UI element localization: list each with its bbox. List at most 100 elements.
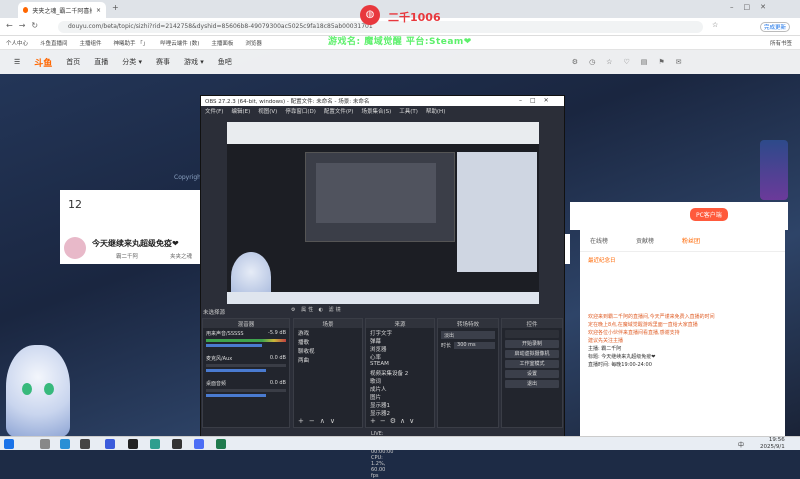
dock-header: 转场特效 bbox=[438, 319, 498, 328]
source-item[interactable]: 成片人 bbox=[366, 384, 434, 393]
taskbar-app-icon[interactable] bbox=[60, 439, 70, 449]
taskbar-app-icon[interactable] bbox=[80, 439, 90, 449]
studio-mode-button[interactable]: 工作室模式 bbox=[505, 360, 559, 368]
taskbar-app-icon[interactable] bbox=[194, 439, 204, 449]
menu-icon[interactable]: ☰ bbox=[14, 58, 20, 66]
logo-icon: ◍ bbox=[360, 5, 380, 25]
tab-contribution[interactable]: 贡献榜 bbox=[636, 236, 654, 245]
clock[interactable]: 19:56 2025/9/1 bbox=[760, 437, 785, 451]
bookmark-item[interactable]: 斗鱼直播间 bbox=[40, 39, 68, 47]
volume-slider[interactable] bbox=[206, 394, 266, 397]
room-stats-bar: 12 bbox=[60, 190, 210, 236]
transition-select[interactable]: 淡出 bbox=[441, 331, 495, 339]
menu-help[interactable]: 帮助(H) bbox=[426, 107, 445, 115]
site-logo[interactable]: 斗鱼 bbox=[34, 56, 52, 69]
preview-chat-panel bbox=[457, 152, 537, 272]
mixer-channel: 用来声音/SSSSS -5.9 dB bbox=[203, 328, 289, 349]
menu-view[interactable]: 视图(V) bbox=[258, 107, 277, 115]
nav-fishbar[interactable]: 鱼吧 bbox=[218, 57, 232, 67]
nav-events[interactable]: 赛事 bbox=[156, 57, 170, 67]
taskbar-app-icon[interactable] bbox=[216, 439, 226, 449]
sources-dock: 来源 打字文字 弹幕 浏览器 心率 STEAM 视频采集设备 2 歌词 成片人 … bbox=[365, 318, 435, 428]
obs-preview[interactable] bbox=[227, 122, 539, 304]
star-icon[interactable]: ☆ bbox=[712, 21, 718, 29]
bookmark-item[interactable]: 个人中心 bbox=[6, 39, 28, 47]
all-bookmarks[interactable]: 所有书签 bbox=[770, 39, 792, 47]
source-item[interactable]: 打字文字 bbox=[366, 328, 434, 337]
menu-tools[interactable]: 工具(T) bbox=[399, 107, 418, 115]
source-item[interactable]: 歌词 bbox=[366, 376, 434, 385]
bookmark-item[interactable]: 主播面板 bbox=[211, 39, 233, 47]
source-item[interactable]: 心率 bbox=[366, 352, 434, 361]
pc-client-button[interactable]: PC客户端 bbox=[690, 208, 728, 221]
nav-category[interactable]: 分类 ▾ bbox=[122, 57, 142, 67]
source-item[interactable]: 图片 bbox=[366, 392, 434, 401]
menu-file[interactable]: 文件(F) bbox=[205, 107, 223, 115]
source-item[interactable]: 显示器1 bbox=[366, 400, 434, 409]
settings-button[interactable]: 设置 bbox=[505, 370, 559, 378]
avatar[interactable] bbox=[64, 237, 86, 259]
taskbar-app-icon[interactable] bbox=[172, 439, 182, 449]
copyright-text: Copyright bbox=[174, 174, 204, 181]
update-button[interactable]: 完成更新 bbox=[760, 22, 791, 32]
chat-message: 直播时间: 每晚19:00-24:00 bbox=[588, 362, 652, 368]
volume-slider[interactable] bbox=[206, 369, 266, 372]
taskbar-app-icon[interactable] bbox=[150, 439, 160, 449]
chat-message: 欢迎各位小伙伴来直播间看直播,感谢支持 bbox=[588, 330, 680, 336]
window-controls[interactable]: –□✕ bbox=[730, 3, 776, 11]
duration-input[interactable]: 300 ms bbox=[454, 342, 495, 349]
menu-profile[interactable]: 配置文件(P) bbox=[324, 107, 354, 115]
virtual-camera-button[interactable]: 启动虚拟摄像机 bbox=[505, 350, 559, 358]
properties-filters[interactable]: ⚙ 属性 ◐ 滤镜 bbox=[291, 306, 343, 313]
nested-preview-inner bbox=[316, 163, 436, 223]
nav-games[interactable]: 游戏 ▾ bbox=[184, 57, 204, 67]
taskbar-app-icon[interactable] bbox=[105, 439, 115, 449]
source-item[interactable]: 弹幕 bbox=[366, 336, 434, 345]
menu-edit[interactable]: 编辑(E) bbox=[231, 107, 250, 115]
scene-item[interactable]: 播歌 bbox=[294, 337, 362, 346]
menu-scene-collection[interactable]: 场景集合(S) bbox=[361, 107, 391, 115]
nested-preview bbox=[305, 152, 455, 242]
room-title: 今天继续来丸超级免疫❤ bbox=[92, 239, 179, 248]
start-streaming-button[interactable] bbox=[505, 330, 559, 338]
start-recording-button[interactable]: 开始录制 bbox=[505, 340, 559, 348]
taskbar-app-icon[interactable] bbox=[128, 439, 138, 449]
close-icon[interactable]: × bbox=[96, 7, 101, 14]
nav-home[interactable]: 首页 bbox=[66, 57, 80, 67]
browser-tab[interactable]: 夹夹之魂_霸二千阿喜播_霸二千 × bbox=[18, 2, 106, 18]
bookmark-item[interactable]: 哔哩云端件 (数) bbox=[160, 39, 199, 47]
streamer-name[interactable]: 霸二千阿 bbox=[116, 252, 138, 260]
volume-meter bbox=[206, 364, 286, 367]
stream-overlay-banner: ◍ 二千1006 bbox=[360, 5, 480, 25]
source-item[interactable]: STEAM bbox=[366, 360, 434, 368]
scene-item[interactable]: 两曲 bbox=[294, 355, 362, 364]
mixer-channel-level: 0.0 dB bbox=[269, 380, 286, 386]
tab-online[interactable]: 在线榜 bbox=[590, 236, 608, 245]
overlay-game-line: 游戏名: 魔域觉醒 平台:Steam❤ bbox=[328, 37, 472, 47]
nav-buttons[interactable]: ←→↻ bbox=[6, 21, 44, 30]
source-item[interactable]: 显示器2 bbox=[366, 408, 434, 417]
controls-dock: 控件 开始录制 启动虚拟摄像机 工作室模式 设置 退出 bbox=[501, 318, 563, 428]
taskbar-app-icon[interactable] bbox=[40, 439, 50, 449]
scene-toolbar[interactable]: +−∧∨ bbox=[298, 417, 340, 425]
bookmark-item[interactable]: 浏览器 bbox=[245, 39, 262, 47]
source-item[interactable]: 浏览器 bbox=[366, 344, 434, 353]
user-toolbar-icons[interactable]: ⚙◷☆♡▤⚑✉ bbox=[572, 58, 693, 66]
volume-slider[interactable] bbox=[206, 344, 262, 347]
promo-widget[interactable] bbox=[760, 140, 788, 200]
tab-fans[interactable]: 粉丝团 bbox=[682, 236, 700, 245]
bookmark-item[interactable]: 神曦助手 「」 bbox=[114, 39, 149, 47]
bookmark-item[interactable]: 主播组件 bbox=[80, 39, 102, 47]
scene-item[interactable]: 游戏 bbox=[294, 328, 362, 337]
obs-window-controls[interactable]: –□✕ bbox=[519, 97, 557, 104]
source-toolbar[interactable]: +−⚙∧∨ bbox=[370, 417, 418, 425]
scene-item[interactable]: 聊收视 bbox=[294, 346, 362, 355]
input-language[interactable]: 中 bbox=[738, 440, 744, 449]
new-tab-button[interactable]: + bbox=[112, 3, 119, 12]
nav-live[interactable]: 直播 bbox=[94, 57, 108, 67]
menu-docks[interactable]: 停靠窗口(D) bbox=[285, 107, 316, 115]
source-item[interactable]: 视频采集设备 2 bbox=[366, 368, 434, 377]
room-category[interactable]: 夹夹之魂 bbox=[170, 252, 192, 260]
start-icon[interactable] bbox=[4, 439, 14, 449]
exit-button[interactable]: 退出 bbox=[505, 380, 559, 388]
